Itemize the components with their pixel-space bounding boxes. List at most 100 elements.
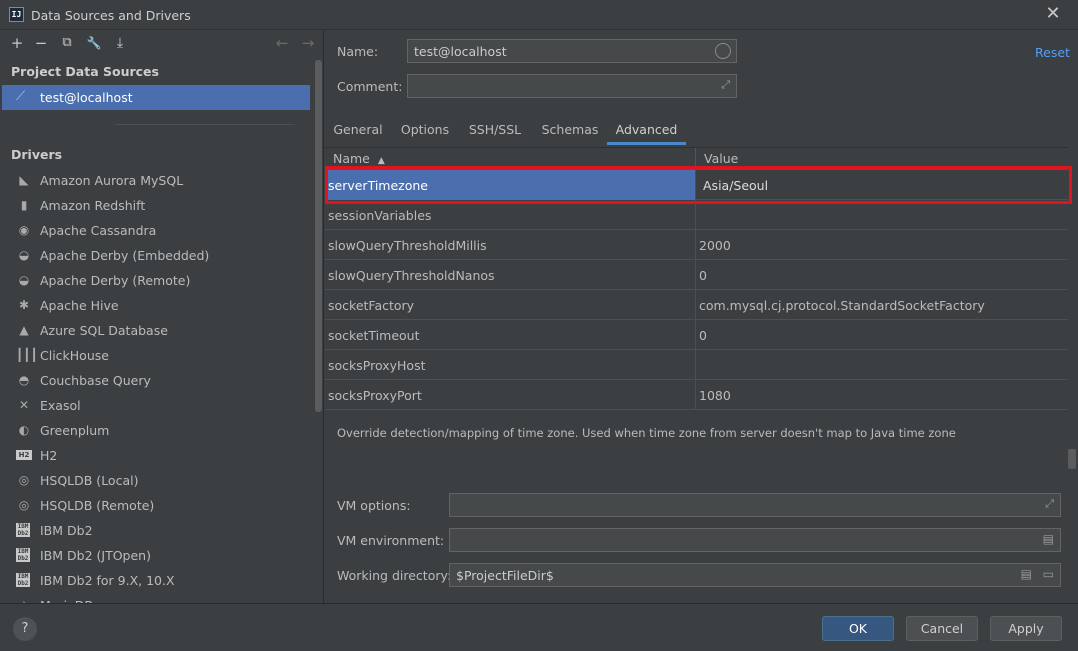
table-row[interactable]: sessionVariables xyxy=(325,200,1068,230)
working-directory-field[interactable]: $ProjectFileDir$ ▤ ▭ xyxy=(449,563,1061,587)
derby-icon: ◒ xyxy=(18,248,30,262)
document-icon[interactable]: ▤ xyxy=(1043,532,1054,546)
add-icon[interactable]: + xyxy=(7,33,27,53)
close-icon[interactable]: ✕ xyxy=(1042,4,1064,26)
column-header-name[interactable]: Name ▲ xyxy=(333,151,385,166)
property-value[interactable]: 0 xyxy=(699,268,707,283)
table-row[interactable]: socksProxyPort 1080 xyxy=(325,380,1068,410)
vm-environment-label: VM environment: xyxy=(337,533,445,548)
driver-item[interactable]: IBM Db2 IBM Db2 for 9.X, 10.X xyxy=(0,568,312,593)
driver-label: Amazon Redshift xyxy=(40,198,146,213)
cancel-button[interactable]: Cancel xyxy=(906,616,978,641)
driver-item[interactable]: ≀MariaDB xyxy=(0,593,312,603)
driver-item[interactable]: ✱ Apache Hive xyxy=(0,293,312,318)
aurora-icon: ◣ xyxy=(19,173,29,187)
vm-environment-field[interactable]: ▤ xyxy=(449,528,1061,552)
driver-item[interactable]: ┃┃┃ ClickHouse xyxy=(0,343,312,368)
table-row[interactable]: socketFactory com.mysql.cj.protocol.Stand… xyxy=(325,290,1068,320)
hive-icon: ✱ xyxy=(18,298,30,312)
remove-icon[interactable]: − xyxy=(31,33,51,53)
ibm-icon: IBM Db2 xyxy=(16,573,30,587)
ok-button[interactable]: OK xyxy=(822,616,894,641)
copy-icon[interactable]: ⧉ xyxy=(57,33,77,53)
data-source-label: test@localhost xyxy=(40,90,133,105)
driver-item[interactable]: ◉ Apache Cassandra xyxy=(0,218,312,243)
comment-field[interactable]: ⤢ xyxy=(407,74,737,98)
wrench-icon[interactable]: 🔧 xyxy=(84,33,104,53)
forward-arrow-icon[interactable]: → xyxy=(298,33,318,53)
property-value[interactable]: com.mysql.cj.protocol.StandardSocketFact… xyxy=(699,298,985,313)
property-value[interactable]: 2000 xyxy=(699,238,731,253)
property-name: socketFactory xyxy=(328,298,415,313)
driver-item[interactable]: ▲ Azure SQL Database xyxy=(0,318,312,343)
data-source-item[interactable]: ⟋ test@localhost xyxy=(2,85,310,110)
driver-label: IBM Db2 xyxy=(40,523,93,538)
tab-options[interactable]: Options xyxy=(395,117,455,145)
driver-item[interactable]: ◓ Couchbase Query xyxy=(0,368,312,393)
column-header-value[interactable]: Value xyxy=(704,151,738,166)
property-name: socksProxyPort xyxy=(328,388,422,403)
table-row[interactable]: socketTimeout 0 xyxy=(325,320,1068,350)
column-divider xyxy=(695,380,696,410)
table-row[interactable]: slowQueryThresholdNanos 0 xyxy=(325,260,1068,290)
driver-label: Couchbase Query xyxy=(40,373,151,388)
help-button[interactable]: ? xyxy=(13,617,37,641)
driver-item[interactable]: IBM Db2 IBM Db2 (JTOpen) xyxy=(0,543,312,568)
greenplum-icon: ◐ xyxy=(18,423,30,437)
driver-label: Azure SQL Database xyxy=(40,323,168,338)
circle-icon[interactable] xyxy=(715,43,731,59)
project-data-sources-heading: Project Data Sources xyxy=(11,64,159,79)
column-divider xyxy=(695,200,696,230)
expand-icon[interactable]: ⤢ xyxy=(721,78,730,92)
driver-item[interactable]: H2 H2 xyxy=(0,443,312,468)
driver-item[interactable]: ◎ HSQLDB (Local) xyxy=(0,468,312,493)
tab-general[interactable]: General xyxy=(328,117,388,145)
data-sources-panel: + − ⧉ 🔧 ⤓ ← → Project Data Sources ⟋ tes… xyxy=(0,30,324,603)
driver-item[interactable]: IBM Db2 IBM Db2 xyxy=(0,518,312,543)
driver-item[interactable]: ◣ Amazon Aurora MySQL xyxy=(0,168,312,193)
tab-ssh-ssl[interactable]: SSH/SSL xyxy=(463,117,527,145)
apply-button[interactable]: Apply xyxy=(990,616,1062,641)
driver-label: HSQLDB (Local) xyxy=(40,473,139,488)
column-divider xyxy=(695,290,696,320)
property-name: sessionVariables xyxy=(328,208,432,223)
driver-label: Exasol xyxy=(40,398,81,413)
folder-icon[interactable]: ▭ xyxy=(1043,567,1054,581)
property-name: socketTimeout xyxy=(328,328,420,343)
clickhouse-icon: ┃┃┃ xyxy=(16,348,38,362)
h2-icon: H2 xyxy=(16,450,32,460)
property-value[interactable]: 0 xyxy=(699,328,707,343)
driver-item[interactable]: ◒ Apache Derby (Embedded) xyxy=(0,243,312,268)
property-value[interactable]: 1080 xyxy=(699,388,731,403)
left-toolbar: + − ⧉ 🔧 ⤓ ← → xyxy=(0,30,323,56)
driver-item[interactable]: ✕ Exasol xyxy=(0,393,312,418)
tab-schemas[interactable]: Schemas xyxy=(537,117,603,145)
property-description: Override detection/mapping of time zone.… xyxy=(337,426,956,440)
column-divider xyxy=(695,320,696,350)
driver-item[interactable]: ◐ Greenplum xyxy=(0,418,312,443)
sort-ascending-icon: ▲ xyxy=(377,156,385,166)
back-arrow-icon[interactable]: ← xyxy=(272,33,292,53)
derby-icon: ◒ xyxy=(18,273,30,287)
name-field-value: test@localhost xyxy=(414,44,507,59)
driver-label: H2 xyxy=(40,448,58,463)
tab-advanced[interactable]: Advanced xyxy=(607,117,686,145)
table-scrollbar[interactable] xyxy=(1068,449,1076,469)
working-directory-value: $ProjectFileDir$ xyxy=(456,568,554,583)
driver-label: HSQLDB (Remote) xyxy=(40,498,155,513)
reset-link[interactable]: Reset xyxy=(1035,45,1070,60)
divider xyxy=(115,124,295,125)
column-divider xyxy=(695,350,696,380)
driver-item[interactable]: ◒ Apache Derby (Remote) xyxy=(0,268,312,293)
document-icon[interactable]: ▤ xyxy=(1021,567,1032,581)
vm-options-field[interactable]: ⤢ xyxy=(449,493,1061,517)
driver-item[interactable]: ◎ HSQLDB (Remote) xyxy=(0,493,312,518)
table-row[interactable]: slowQueryThresholdMillis 2000 xyxy=(325,230,1068,260)
table-row[interactable]: socksProxyHost xyxy=(325,350,1068,380)
expand-icon[interactable]: ⤢ xyxy=(1045,497,1054,511)
driver-item[interactable]: ▮ Amazon Redshift xyxy=(0,193,312,218)
import-icon[interactable]: ⤓ xyxy=(110,33,130,53)
driver-label: Greenplum xyxy=(40,423,110,438)
name-field[interactable]: test@localhost xyxy=(407,39,737,63)
left-scrollbar[interactable] xyxy=(315,60,322,412)
